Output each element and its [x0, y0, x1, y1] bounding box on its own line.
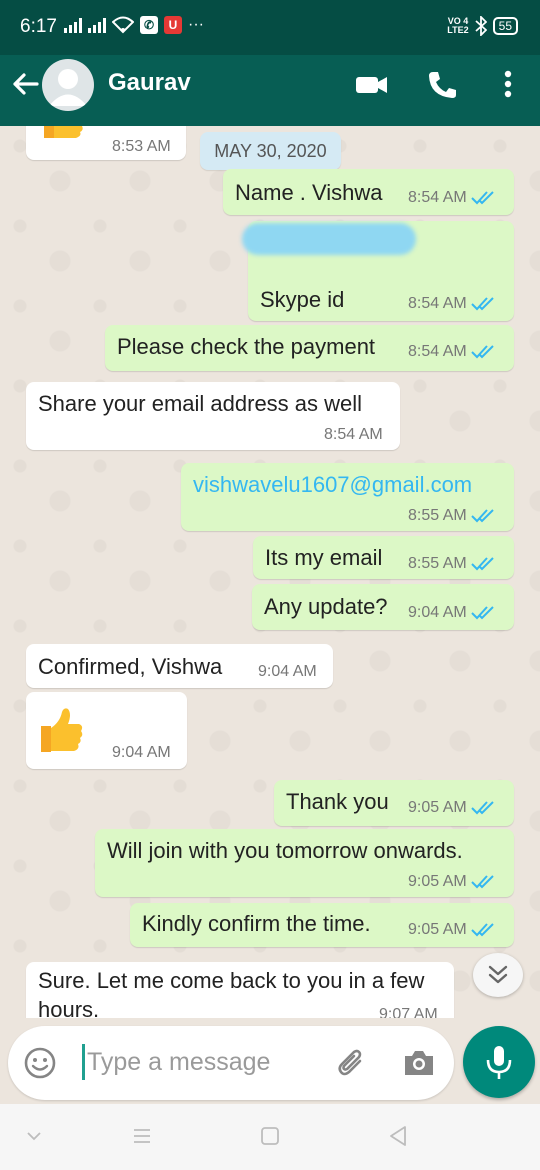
contact-name[interactable]: Gaurav — [108, 69, 191, 97]
double-check-icon — [470, 875, 494, 889]
message-text: Please check the payment — [117, 334, 376, 359]
double-check-icon — [470, 297, 494, 311]
chat-area[interactable]: 8:53 AM MAY 30, 2020 Name . Vishwa 8:54 … — [0, 126, 540, 1018]
message-outgoing[interactable]: vishwavelu1607@gmail.com 8:55 AM — [181, 463, 514, 531]
message-incoming[interactable]: Sure. Let me come back to you in a few h… — [26, 962, 454, 1018]
message-text: Confirmed, Vishwa — [38, 654, 223, 679]
redacted-text — [242, 223, 416, 255]
message-time: 9:07 AM — [379, 1006, 438, 1018]
u-app-badge-icon: U — [164, 16, 182, 34]
message-meta: 8:54 AM — [408, 189, 497, 207]
message-outgoing[interactable]: Thank you 9:05 AM — [274, 780, 514, 826]
thumbs-up-emoji — [44, 126, 83, 138]
scroll-down-icon — [488, 965, 508, 984]
mic-button[interactable] — [463, 1026, 535, 1098]
message-text: Name . Vishwa — [235, 180, 383, 205]
wifi-icon — [112, 16, 134, 34]
message-text: Share your email address as well — [38, 391, 363, 416]
message-outgoing[interactable]: Please check the payment 8:54 AM — [105, 325, 514, 371]
message-outgoing[interactable]: Any update? 9:04 AM — [252, 584, 514, 630]
message-text: Skype id — [260, 287, 345, 312]
more-vert-icon[interactable] — [490, 67, 526, 101]
message-text: Any update? — [264, 594, 388, 619]
message-time: 9:04 AM — [258, 663, 317, 680]
message-outgoing[interactable]: Name . Vishwa 8:54 AM — [223, 169, 514, 215]
message-outgoing[interactable]: Kindly confirm the time. 9:05 AM — [130, 903, 514, 947]
message-incoming[interactable]: 8:53 AM — [26, 126, 186, 160]
message-outgoing[interactable]: Will join with you tomorrow onwards. 9:0… — [95, 829, 514, 897]
message-time: 8:54 AM — [324, 426, 383, 443]
system-nav-bar — [0, 1104, 540, 1170]
message-meta: 8:55 AM — [408, 507, 497, 525]
double-check-icon — [470, 606, 494, 620]
nav-back-icon[interactable] — [386, 1124, 410, 1148]
message-input[interactable] — [82, 1044, 332, 1080]
message-text: Kindly confirm the time. — [142, 911, 371, 936]
double-check-icon — [470, 557, 494, 571]
message-meta: 8:55 AM — [408, 555, 497, 573]
double-check-icon — [470, 923, 494, 937]
volte-indicator: VO 4 LTE2 — [447, 16, 469, 35]
camera-icon[interactable] — [401, 1045, 437, 1081]
message-incoming[interactable]: Share your email address as well 8:54 AM — [26, 382, 400, 450]
message-text: Sure. Let me come back to you in a few h… — [38, 968, 425, 1018]
signal-2-icon — [88, 17, 106, 33]
message-meta: 8:54 AM — [408, 295, 497, 313]
message-composer — [8, 1026, 454, 1100]
attach-icon[interactable] — [334, 1045, 370, 1081]
status-right: VO 4 LTE2 55 — [447, 16, 518, 36]
message-incoming[interactable]: Confirmed, Vishwa 9:04 AM — [26, 644, 333, 688]
message-meta: 9:04 AM — [408, 604, 497, 622]
message-time: 8:53 AM — [112, 138, 171, 155]
nav-home-icon[interactable] — [258, 1124, 282, 1148]
thumbs-up-emoji — [41, 708, 83, 752]
chat-header: Gaurav — [0, 55, 540, 126]
mic-icon — [486, 1046, 512, 1079]
message-meta: 9:05 AM — [408, 873, 497, 891]
video-call-icon[interactable] — [354, 67, 390, 101]
message-text: Its my email — [265, 545, 383, 570]
email-link[interactable]: vishwavelu1607@gmail.com — [193, 472, 472, 498]
avatar[interactable] — [42, 59, 94, 111]
status-time: 6:17 — [20, 16, 57, 37]
back-arrow-icon[interactable] — [10, 69, 40, 99]
message-meta: 9:05 AM — [408, 799, 497, 817]
message-incoming[interactable]: 9:04 AM — [26, 692, 187, 769]
double-check-icon — [470, 191, 494, 205]
avatar-icon — [49, 69, 87, 106]
battery-indicator: 55 — [492, 17, 518, 35]
date-chip: MAY 30, 2020 — [200, 132, 341, 170]
status-bar: 6:17 ✆ U ··· VO 4 LTE2 55 — [0, 0, 540, 55]
phone-app-badge-icon: ✆ — [140, 16, 158, 34]
double-check-icon — [470, 345, 494, 359]
status-left-icons: ✆ U ··· — [64, 16, 204, 34]
nav-menu-icon[interactable] — [130, 1124, 154, 1148]
message-meta: 8:54 AM — [408, 343, 497, 361]
nav-hide-icon[interactable] — [22, 1124, 46, 1148]
message-time: 9:04 AM — [112, 744, 171, 761]
message-outgoing[interactable]: Its my email 8:55 AM — [253, 536, 514, 579]
scroll-down-button[interactable] — [473, 953, 523, 997]
signal-1-icon — [64, 17, 82, 33]
phone-icon[interactable] — [424, 67, 460, 101]
message-meta: 9:05 AM — [408, 921, 497, 939]
more-notifications: ··· — [188, 16, 204, 33]
message-text: Will join with you tomorrow onwards. — [107, 838, 463, 863]
emoji-icon[interactable] — [22, 1045, 58, 1081]
bluetooth-icon — [475, 16, 487, 36]
message-text: Thank you — [286, 789, 389, 814]
double-check-icon — [470, 509, 494, 523]
double-check-icon — [470, 801, 494, 815]
